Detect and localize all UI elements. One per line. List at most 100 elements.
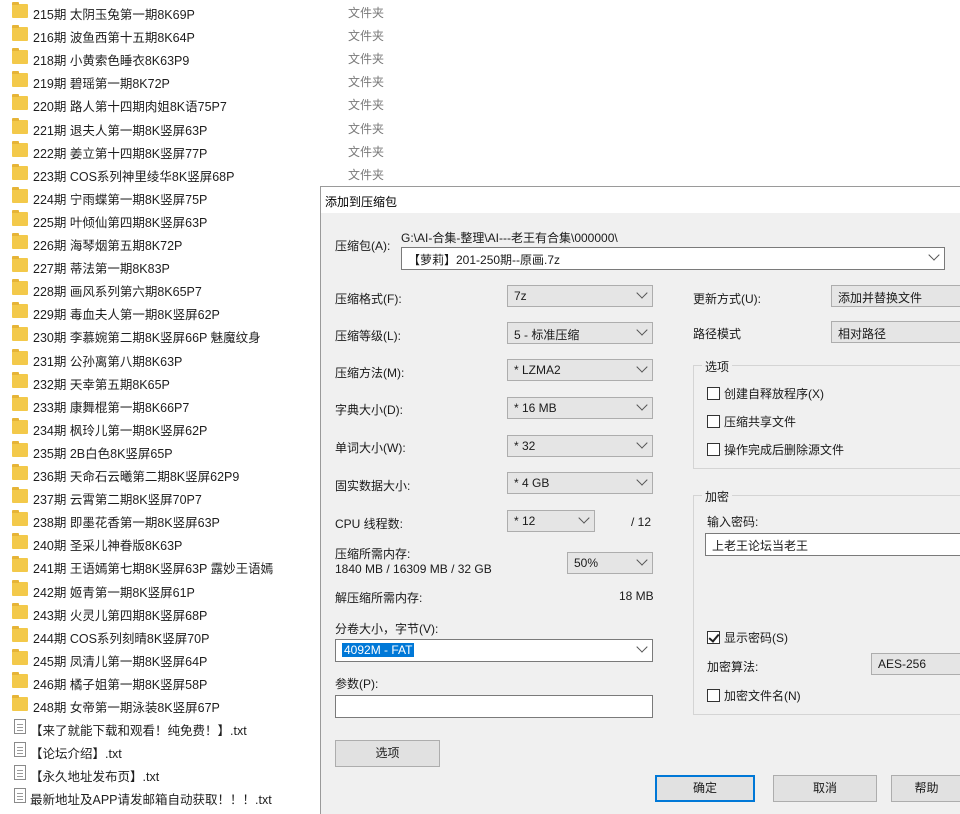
create-sfx-checkbox[interactable]: 创建自释放程序(X) bbox=[707, 385, 824, 402]
folder-icon bbox=[12, 671, 28, 688]
file-name: 最新地址及APP请发邮箱自动获取！！！.txt bbox=[30, 793, 272, 808]
folder-icon bbox=[12, 256, 28, 273]
help-button[interactable]: 帮助 bbox=[891, 775, 960, 802]
path-mode-combo[interactable]: 相对路径 bbox=[831, 321, 960, 343]
format-label: 压缩格式(F): bbox=[335, 292, 402, 306]
item-type: 文件夹 bbox=[348, 75, 385, 90]
folder-icon bbox=[12, 140, 28, 157]
encrypt-names-checkbox[interactable]: 加密文件名(N) bbox=[707, 687, 801, 704]
archive-path: G:\AI-合集-整理\AI---老王有合集\000000\ bbox=[401, 231, 618, 245]
item-type: 文件夹 bbox=[348, 144, 385, 159]
threads-label: CPU 线程数: bbox=[335, 517, 404, 531]
chevron-down-icon bbox=[636, 324, 648, 336]
folder-icon bbox=[12, 325, 28, 342]
folder-icon bbox=[12, 302, 28, 319]
mem-percent-combo[interactable]: 50% bbox=[567, 552, 653, 574]
folder-name: 244期 COS系列刻晴8K竖屏70P bbox=[33, 631, 210, 646]
folder-icon bbox=[12, 279, 28, 296]
encrypt-names-label: 加密文件名(N) bbox=[724, 689, 801, 703]
ok-button[interactable]: 确定 bbox=[655, 775, 755, 802]
word-label: 单词大小(W): bbox=[335, 441, 406, 455]
chevron-down-icon bbox=[636, 554, 648, 566]
folder-name: 233期 康舞棍第一期8K66P7 bbox=[33, 400, 190, 415]
folder-name: 222期 姜立第十四期8K竖屏77P bbox=[33, 146, 208, 161]
params-label: 参数(P): bbox=[335, 677, 379, 691]
folder-row[interactable]: 221期 退夫人第一期8K竖屏63P 文件夹 bbox=[0, 116, 420, 139]
folder-name: 221期 退夫人第一期8K竖屏63P bbox=[33, 123, 208, 138]
file-name: 【来了就能下载和观看！纯免费！】.txt bbox=[30, 724, 247, 739]
dialog-title: 添加到压缩包 bbox=[325, 195, 398, 209]
password-label: 输入密码: bbox=[707, 515, 759, 529]
chevron-down-icon bbox=[636, 399, 648, 411]
checkbox-box bbox=[707, 387, 720, 400]
folder-icon bbox=[12, 94, 28, 111]
folder-icon bbox=[12, 556, 28, 573]
folder-icon bbox=[12, 233, 28, 249]
checkbox-box bbox=[707, 415, 720, 428]
folder-icon bbox=[12, 209, 28, 226]
folder-name: 223期 COS系列神里绫华8K竖屏68P bbox=[33, 169, 235, 184]
folder-name: 245期 凤清儿第一期8K竖屏64P bbox=[33, 654, 208, 669]
folder-name: 216期 波鱼西第十五期8K64P bbox=[33, 31, 195, 46]
solid-value: * 4 GB bbox=[514, 476, 550, 490]
path-mode-label: 路径模式 bbox=[693, 327, 742, 341]
word-combo[interactable]: * 32 bbox=[507, 435, 653, 457]
dict-value: * 16 MB bbox=[514, 401, 557, 415]
text-file-icon bbox=[14, 765, 26, 781]
chevron-down-icon bbox=[636, 437, 648, 449]
add-to-archive-dialog: 添加到压缩包 压缩包(A): G:\AI-合集-整理\AI---老王有合集\00… bbox=[320, 186, 960, 814]
split-combo[interactable]: 4092M - FAT bbox=[335, 639, 653, 662]
folder-row[interactable]: 218期 小黄索色睡衣8K63P9 文件夹 bbox=[0, 46, 420, 69]
checkbox-box bbox=[707, 689, 720, 702]
file-name: 【永久地址发布页】.txt bbox=[30, 770, 160, 785]
threads-value: * 12 bbox=[514, 514, 536, 528]
folder-icon bbox=[12, 533, 28, 550]
folder-name: 235期 2B白色8K竖屏65P bbox=[33, 446, 173, 461]
threads-combo[interactable]: * 12 bbox=[507, 510, 595, 532]
solid-combo[interactable]: * 4 GB bbox=[507, 472, 653, 494]
folder-icon bbox=[12, 464, 28, 480]
cancel-button[interactable]: 取消 bbox=[773, 775, 877, 802]
update-combo[interactable]: 添加并替换文件 bbox=[831, 285, 960, 307]
archive-name-combo[interactable]: 【萝莉】201-250期--原画.7z bbox=[401, 247, 945, 270]
folder-icon bbox=[12, 117, 28, 134]
method-value: * LZMA2 bbox=[514, 363, 561, 377]
delete-after-checkbox[interactable]: 操作完成后删除源文件 bbox=[707, 441, 844, 458]
folder-row[interactable]: 216期 波鱼西第十五期8K64P 文件夹 bbox=[0, 23, 420, 46]
folder-name: 228期 画风系列第六期8K65P7 bbox=[33, 285, 202, 300]
enc-method-combo[interactable]: AES-256 bbox=[871, 653, 960, 675]
level-combo[interactable]: 5 - 标准压缩 bbox=[507, 322, 653, 344]
item-type: 文件夹 bbox=[348, 167, 385, 182]
options-button[interactable]: 选项 bbox=[335, 740, 440, 767]
method-combo[interactable]: * LZMA2 bbox=[507, 359, 653, 381]
dialog-titlebar[interactable]: 添加到压缩包 bbox=[321, 187, 960, 213]
folder-icon bbox=[12, 440, 28, 457]
folder-name: 246期 橘子姐第一期8K竖屏58P bbox=[33, 677, 208, 692]
chevron-down-icon bbox=[928, 249, 940, 261]
dict-combo[interactable]: * 16 MB bbox=[507, 397, 653, 419]
split-label: 分卷大小，字节(V): bbox=[335, 622, 439, 636]
folder-name: 215期 太阴玉兔第一期8K69P bbox=[33, 8, 195, 22]
password-input[interactable]: 上老王论坛当老王 bbox=[705, 533, 960, 556]
folder-icon bbox=[12, 186, 28, 203]
checkbox-box bbox=[707, 443, 720, 456]
text-file-icon bbox=[14, 788, 26, 804]
item-type: 文件夹 bbox=[348, 52, 385, 67]
folder-row[interactable]: 223期 COS系列神里绫华8K竖屏68P 文件夹 bbox=[0, 162, 420, 185]
folder-name: 241期 王语嫣第七期8K竖屏63P 露妙王语嫣 bbox=[33, 562, 274, 577]
compress-shared-checkbox[interactable]: 压缩共享文件 bbox=[707, 413, 796, 430]
mem-decomp-value: 18 MB bbox=[619, 589, 654, 603]
method-label: 压缩方法(M): bbox=[335, 366, 405, 380]
folder-icon bbox=[12, 2, 28, 18]
folder-row[interactable]: 215期 太阴玉兔第一期8K69P 文件夹 bbox=[0, 0, 420, 23]
format-combo[interactable]: 7z bbox=[507, 285, 653, 307]
level-label: 压缩等级(L): bbox=[335, 329, 402, 343]
folder-icon bbox=[12, 25, 28, 42]
folder-row[interactable]: 222期 姜立第十四期8K竖屏77P 文件夹 bbox=[0, 139, 420, 162]
folder-name: 230期 李慕婉第二期8K竖屏66P 魅魔纹身 bbox=[33, 331, 261, 346]
show-password-checkbox[interactable]: 显示密码(S) bbox=[707, 629, 788, 646]
folder-row[interactable]: 219期 碧瑶第一期8K72P 文件夹 bbox=[0, 69, 420, 92]
folder-icon bbox=[12, 163, 28, 180]
params-input[interactable] bbox=[335, 695, 653, 718]
folder-row[interactable]: 220期 路人第十四期肉姐8K语75P7 文件夹 bbox=[0, 92, 420, 115]
